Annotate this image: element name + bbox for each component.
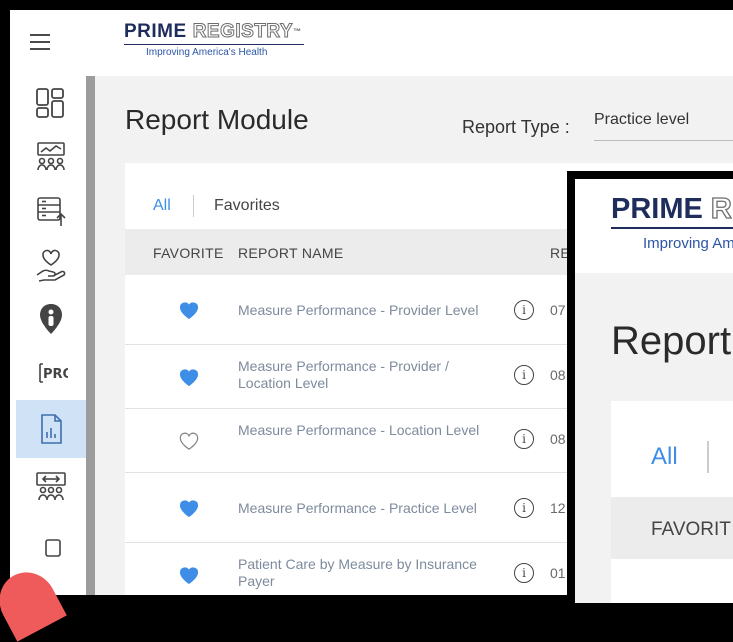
heart-filled-icon[interactable] xyxy=(178,498,200,518)
logo-registry: REGISTRY xyxy=(192,21,294,42)
sidebar-item-reports[interactable] xyxy=(16,400,86,458)
info-icon[interactable]: i xyxy=(514,498,534,518)
tab-divider xyxy=(193,195,194,217)
report-name[interactable]: Measure Performance - Provider Level xyxy=(238,302,503,319)
overlay-column-header-favorite: FAVORIT xyxy=(651,519,731,540)
report-name[interactable]: Measure Performance - Practice Level xyxy=(238,500,503,517)
info-icon[interactable]: i xyxy=(514,365,534,385)
sidebar-item-data-upload[interactable] xyxy=(16,184,86,238)
heart-filled-icon[interactable] xyxy=(178,367,200,387)
page-title: Report Module xyxy=(125,104,309,135)
top-header: PRIME REGISTRY™ Improving America's Healt… xyxy=(10,10,733,76)
overlay-tab-all[interactable]: All xyxy=(651,443,678,471)
report-date: 08 xyxy=(550,431,566,447)
report-name[interactable]: Measure Performance - Provider / Locatio… xyxy=(238,358,503,392)
info-icon[interactable]: i xyxy=(514,563,534,583)
info-icon[interactable]: i xyxy=(514,429,534,449)
report-date: 08 xyxy=(550,367,566,383)
pro-icon: PRO xyxy=(39,363,68,383)
population-icon xyxy=(37,142,65,171)
report-type-select[interactable]: Practice level xyxy=(594,111,689,129)
overlay-card: All FAVORIT xyxy=(611,401,733,603)
team-icon xyxy=(36,472,66,501)
overlay-tab-divider xyxy=(707,441,709,473)
tab-favorites[interactable]: Favorites xyxy=(214,197,280,215)
tab-all[interactable]: All xyxy=(153,197,171,215)
report-type-underline xyxy=(594,140,733,141)
care-hand-heart-icon xyxy=(36,249,66,282)
zoomed-screenshot-overlay: PRIME R Improving Am Report All FAVORIT xyxy=(567,171,733,603)
column-header-favorite[interactable]: FAVORITE xyxy=(153,245,224,261)
logo-trademark: ™ xyxy=(293,27,302,36)
sidebar-item-location[interactable] xyxy=(16,292,86,346)
heart-outline-icon[interactable] xyxy=(178,431,200,451)
overlay-tagline: Improving Am xyxy=(643,235,733,252)
overlay-page-title: Report xyxy=(611,319,732,363)
overlay-logo-registry: R xyxy=(710,192,732,225)
sidebar-item-population[interactable] xyxy=(16,130,86,184)
reports-icon xyxy=(41,414,62,444)
logo-prime: PRIME xyxy=(124,21,187,42)
location-pin-icon xyxy=(40,304,62,334)
report-type-label: Report Type : xyxy=(462,117,570,137)
prime-registry-logo[interactable]: PRIME REGISTRY™ Improving America's Healt… xyxy=(124,21,304,58)
overlay-logo-prime: PRIME xyxy=(611,193,703,225)
sidebar-item-dashboard[interactable] xyxy=(16,76,86,130)
heart-filled-icon[interactable] xyxy=(178,300,200,320)
sidebar-item-device[interactable] xyxy=(16,514,86,568)
logo-tagline: Improving America's Health xyxy=(146,47,268,58)
device-icon xyxy=(45,539,61,557)
report-name[interactable]: Measure Performance - Location Level xyxy=(238,422,503,439)
report-name[interactable]: Patient Care by Measure by Insurance Pay… xyxy=(238,556,503,590)
sidebar-item-care[interactable] xyxy=(16,238,86,292)
report-date: 12 xyxy=(550,500,566,516)
info-icon[interactable]: i xyxy=(514,300,534,320)
report-date: 07 xyxy=(550,302,566,318)
sidebar-divider xyxy=(86,76,95,595)
report-date: 01 xyxy=(550,565,566,581)
svg-text:PRO: PRO xyxy=(43,367,68,382)
dashboard-icon xyxy=(36,88,64,118)
column-header-report-name[interactable]: REPORT NAME xyxy=(238,245,343,261)
sidebar: PRO xyxy=(10,76,86,595)
sidebar-item-pro[interactable]: PRO xyxy=(16,346,86,400)
overlay-header: PRIME R Improving Am xyxy=(575,179,733,273)
overlay-logo: PRIME R xyxy=(611,192,732,226)
data-upload-icon xyxy=(37,197,66,226)
heart-filled-icon[interactable] xyxy=(178,565,200,585)
hamburger-menu-icon[interactable] xyxy=(30,34,50,50)
sidebar-item-team[interactable] xyxy=(16,460,86,514)
overlay-table-header: FAVORIT xyxy=(611,497,733,559)
